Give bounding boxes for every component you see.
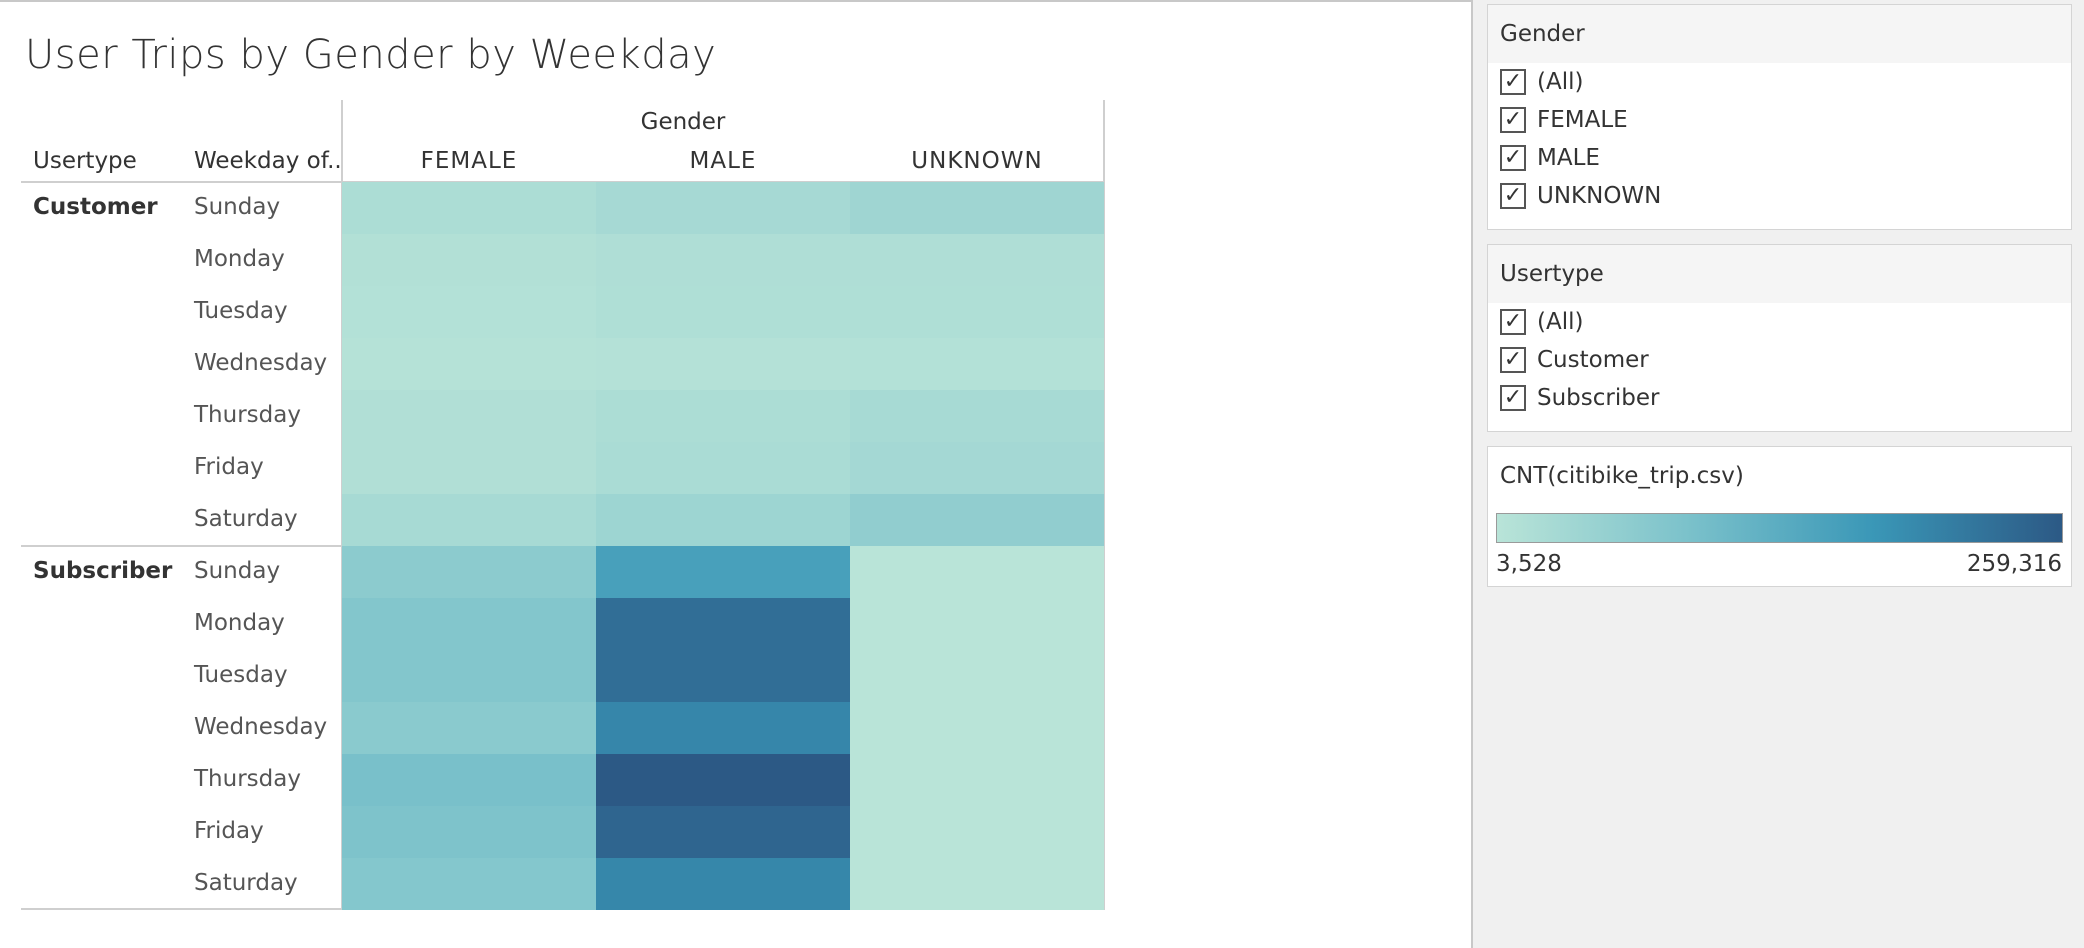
usertype-filter-title: Usertype [1488,245,2071,303]
heatmap-cell[interactable] [342,338,596,390]
heatmap-cell[interactable] [342,598,596,650]
column-header-unknown[interactable]: UNKNOWN [850,148,1104,174]
chart-title: User Trips by Gender by Weekday [25,32,717,78]
heatmap-cell[interactable] [596,182,850,234]
option-label: MALE [1537,145,1600,171]
weekday-label[interactable]: Wednesday [194,350,327,376]
heatmap-cell[interactable] [850,338,1104,390]
heatmap-cell[interactable] [850,442,1104,494]
heatmap-cell[interactable] [850,806,1104,858]
weekday-label[interactable]: Monday [194,246,285,272]
weekday-label[interactable]: Tuesday [194,662,288,688]
heatmap-cell[interactable] [596,650,850,702]
heatmap-cell[interactable] [596,442,850,494]
column-header-female[interactable]: FEMALE [342,148,596,174]
heatmap-cell[interactable] [342,494,596,546]
usertype-label-customer[interactable]: Customer [33,194,158,220]
color-legend-min: 3,528 [1496,551,1562,577]
checkbox-checked-icon[interactable]: ✓ [1500,69,1526,95]
heatmap-view: User Trips by Gender by Weekday Usertype… [0,0,1473,948]
heatmap-cell[interactable] [850,598,1104,650]
heatmap-cell[interactable] [342,546,596,598]
heatmap-cell[interactable] [850,286,1104,338]
heatmap-cell[interactable] [850,546,1104,598]
weekday-label[interactable]: Monday [194,610,285,636]
heatmap-cell[interactable] [850,494,1104,546]
heatmap-cell[interactable] [596,702,850,754]
option-label: (All) [1537,69,1584,95]
option-label: (All) [1537,309,1584,335]
heatmap-cell[interactable] [342,650,596,702]
gender-option-female[interactable]: ✓ FEMALE [1488,101,2071,139]
row-header-weekday[interactable]: Weekday of.. [194,148,342,174]
weekday-label[interactable]: Wednesday [194,714,327,740]
weekday-label[interactable]: Thursday [194,766,301,792]
gender-option-male[interactable]: ✓ MALE [1488,139,2071,177]
usertype-option-customer[interactable]: ✓ Customer [1488,341,2071,379]
option-label: FEMALE [1537,107,1628,133]
weekday-label[interactable]: Saturday [194,870,298,896]
column-group-label: Gender [640,109,726,135]
heatmap-cell[interactable] [850,234,1104,286]
weekday-label[interactable]: Saturday [194,506,298,532]
heatmap-cell[interactable] [596,286,850,338]
heatmap-cell[interactable] [342,234,596,286]
heatmap-cell[interactable] [596,546,850,598]
row-header-usertype[interactable]: Usertype [33,148,137,174]
checkbox-checked-icon[interactable]: ✓ [1500,107,1526,133]
heatmap-cell[interactable] [850,182,1104,234]
color-legend-max: 259,316 [1966,551,2062,577]
gender-filter-title: Gender [1488,5,2071,63]
heatmap-cell[interactable] [596,234,850,286]
heatmap-cell[interactable] [596,390,850,442]
weekday-label[interactable]: Friday [194,818,264,844]
heatmap-cell[interactable] [342,182,596,234]
weekday-label[interactable]: Sunday [194,558,280,584]
heatmap-cell[interactable] [342,442,596,494]
weekday-label[interactable]: Sunday [194,194,280,220]
checkbox-checked-icon[interactable]: ✓ [1500,347,1526,373]
checkbox-checked-icon[interactable]: ✓ [1500,309,1526,335]
gender-filter-panel: Gender ✓ (All) ✓ FEMALE ✓ MALE ✓ UNKNOWN [1487,4,2072,230]
option-label: Customer [1537,347,1649,373]
checkbox-checked-icon[interactable]: ✓ [1500,145,1526,171]
heatmap-cell[interactable] [596,598,850,650]
color-legend-gradient [1496,513,2063,543]
heatmap-cell[interactable] [850,390,1104,442]
heatmap-cell[interactable] [850,754,1104,806]
usertype-option-subscriber[interactable]: ✓ Subscriber [1488,379,2071,417]
usertype-filter-panel: Usertype ✓ (All) ✓ Customer ✓ Subscriber [1487,244,2072,432]
heatmap-cell[interactable] [342,754,596,806]
heatmap-cell[interactable] [342,702,596,754]
color-legend-title: CNT(citibike_trip.csv) [1488,447,2071,505]
heatmap-cell[interactable] [850,702,1104,754]
heatmap-cell[interactable] [596,858,850,910]
color-legend-panel: CNT(citibike_trip.csv) 3,528 259,316 [1487,446,2072,587]
usertype-option-all[interactable]: ✓ (All) [1488,303,2071,341]
usertype-label-subscriber[interactable]: Subscriber [33,558,172,584]
heatmap-cell[interactable] [596,494,850,546]
weekday-label[interactable]: Thursday [194,402,301,428]
option-label: UNKNOWN [1537,183,1662,209]
checkbox-checked-icon[interactable]: ✓ [1500,183,1526,209]
heatmap-cell[interactable] [342,806,596,858]
gender-option-unknown[interactable]: ✓ UNKNOWN [1488,177,2071,215]
column-header-male[interactable]: MALE [596,148,850,174]
weekday-label[interactable]: Friday [194,454,264,480]
heatmap-cell[interactable] [342,390,596,442]
heatmap-cell[interactable] [596,754,850,806]
weekday-label[interactable]: Tuesday [194,298,288,324]
heatmap-cell[interactable] [850,650,1104,702]
checkbox-checked-icon[interactable]: ✓ [1500,385,1526,411]
heatmap-cell[interactable] [596,338,850,390]
heatmap-cell[interactable] [596,806,850,858]
heatmap-cell[interactable] [342,286,596,338]
gender-option-all[interactable]: ✓ (All) [1488,63,2071,101]
heatmap-cell[interactable] [850,858,1104,910]
option-label: Subscriber [1537,385,1660,411]
heatmap-cell[interactable] [342,858,596,910]
